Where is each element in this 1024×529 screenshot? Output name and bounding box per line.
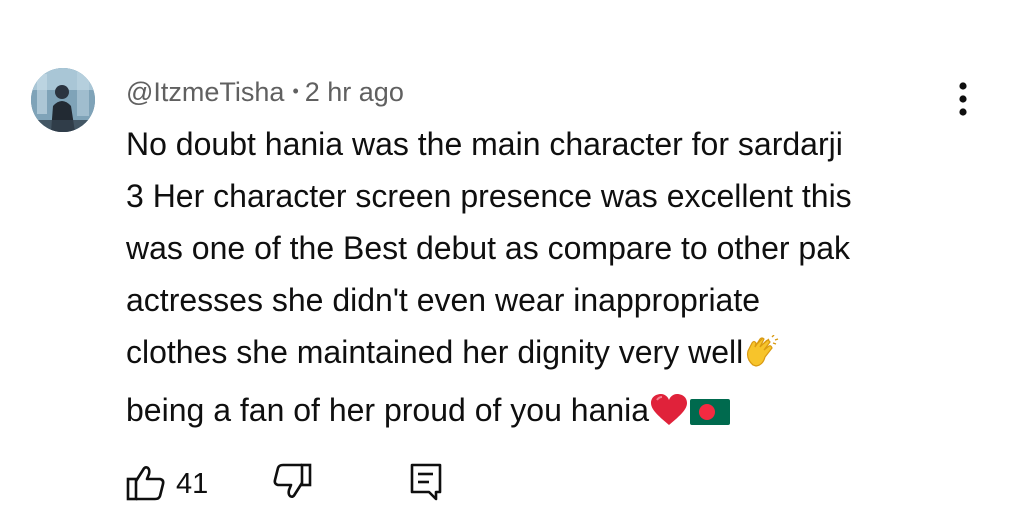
avatar-photo xyxy=(31,68,95,132)
comment-line-with-emoji: clothes she maintained her dignity very … xyxy=(126,326,986,384)
comment-line: was one of the Best debut as compare to … xyxy=(126,230,850,266)
reply-button[interactable] xyxy=(406,462,446,502)
comment-text: No doubt hania was the main character fo… xyxy=(126,118,986,442)
like-button[interactable] xyxy=(126,462,166,502)
more-options-button[interactable] xyxy=(948,80,978,120)
avatar[interactable] xyxy=(31,68,95,132)
dislike-button[interactable] xyxy=(272,462,312,502)
author-handle[interactable]: @ItzmeTisha xyxy=(126,77,284,107)
clapping-hands-emoji xyxy=(743,332,779,384)
comment-reply-icon xyxy=(410,463,442,501)
comment-line: being a fan of her proud of you hania xyxy=(126,392,650,428)
thumbs-up-icon xyxy=(126,466,165,501)
comment-meta: @ItzmeTisha • 2 hr ago xyxy=(126,73,404,110)
comment-line-with-emoji: being a fan of her proud of you hania xyxy=(126,384,986,442)
comment-line: clothes she maintained her dignity very … xyxy=(126,334,744,370)
red-heart-emoji xyxy=(649,390,689,442)
bangladesh-flag-emoji xyxy=(689,390,731,442)
like-count: 41 xyxy=(176,468,209,500)
comment: @ItzmeTisha • 2 hr ago No doubt hania was … xyxy=(0,0,1024,529)
comment-time: 2 hr ago xyxy=(304,77,404,107)
comment-line: actresses she didn't even wear inappropr… xyxy=(126,282,761,318)
meta-separator: • xyxy=(292,81,299,101)
comment-line: 3 Her character screen presence was exce… xyxy=(126,178,852,214)
thumbs-down-icon xyxy=(273,463,312,498)
more-vert-icon xyxy=(959,82,967,116)
comment-line: No doubt hania was the main character fo… xyxy=(126,126,843,162)
